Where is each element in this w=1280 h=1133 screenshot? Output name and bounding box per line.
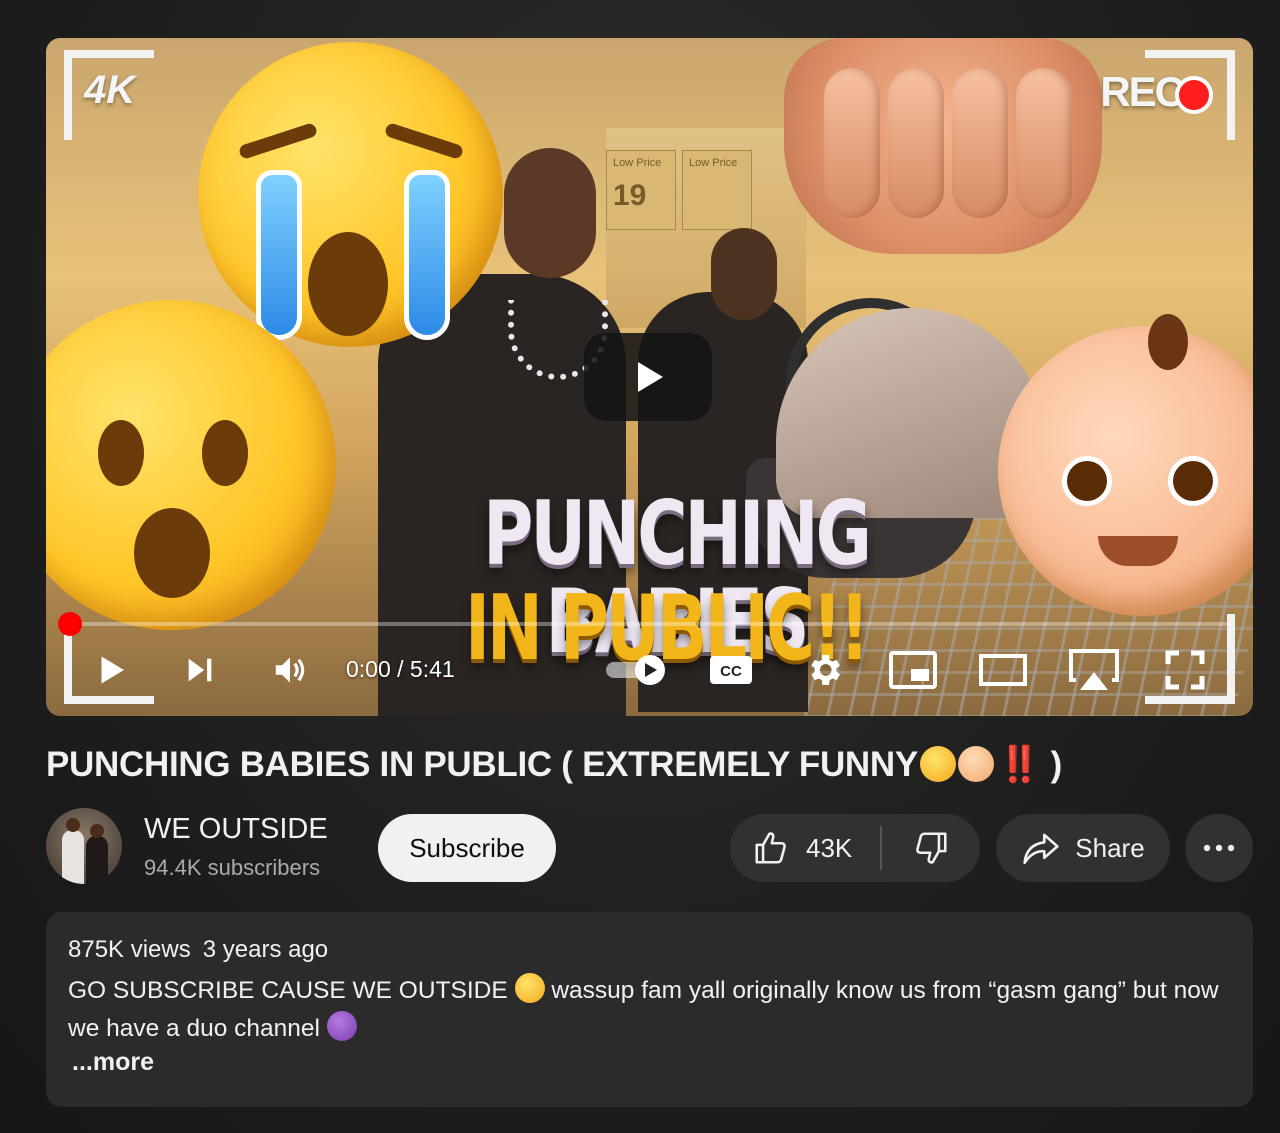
fist-emoji (784, 38, 1102, 254)
astonished-face-emoji (46, 300, 336, 630)
baby-emoji-icon (957, 746, 994, 782)
video-title-close: ) (1041, 745, 1063, 784)
settings-icon (811, 655, 840, 685)
smiling-devil-emoji-icon (326, 1011, 357, 1041)
volume-icon (275, 657, 305, 683)
subscriber-count: 94.4K subscribers (144, 855, 321, 880)
miniplayer-button[interactable] (888, 650, 938, 690)
next-button[interactable] (180, 650, 220, 690)
description-meta: 875K views 3 years ago (68, 936, 328, 964)
airplay-icon (1069, 649, 1119, 690)
miniplayer-icon (889, 651, 937, 689)
video-title: PUNCHING BABIES IN PUBLIC ( EXTREMELY FU… (46, 744, 1246, 785)
like-count: 43K (806, 832, 853, 863)
channel-avatar[interactable] (46, 808, 122, 884)
captions-button[interactable]: CC (708, 650, 754, 690)
share-label: Share (1075, 832, 1145, 863)
upload-age: 3 years ago (202, 936, 329, 963)
double-exclamation-icon: ‼️ (997, 745, 1042, 784)
view-count: 875K views (68, 936, 191, 963)
time-display: 0:00 / 5:41 (346, 656, 455, 682)
thumbs-down-icon (916, 832, 947, 864)
zany-face-emoji-icon (514, 973, 545, 1003)
subscribe-button[interactable]: Subscribe (378, 814, 556, 882)
progress-bar[interactable] (58, 612, 1231, 636)
description-box[interactable]: 875K views 3 years ago GO SUBSCRIBE CAUSE… (46, 912, 1253, 1107)
video-title-text: PUNCHING BABIES IN PUBLIC ( EXTREMELY FU… (46, 745, 918, 784)
airplay-button[interactable] (1068, 649, 1120, 690)
video-player[interactable]: Low Price 19 Low Price PUNCHING BABIES I… (46, 38, 1253, 716)
large-play-button[interactable] (584, 333, 712, 421)
like-button[interactable]: 43K (730, 814, 880, 882)
more-actions-button[interactable] (1185, 814, 1253, 882)
volume-button[interactable] (268, 650, 312, 690)
badge-4k: 4K (84, 68, 136, 112)
play-icon (101, 656, 124, 684)
play-icon (638, 362, 663, 392)
play-button[interactable] (90, 650, 134, 690)
progress-scrubber[interactable] (58, 612, 82, 636)
captions-icon: CC (710, 656, 752, 684)
share-icon (1023, 833, 1059, 865)
description-text: GO SUBSCRIBE CAUSE WE OUTSIDE wassup fam… (68, 972, 1228, 1048)
person-head (504, 148, 596, 278)
autoplay-toggle[interactable] (604, 650, 670, 690)
next-icon (188, 658, 212, 682)
badge-rec: REC (1100, 68, 1185, 115)
share-button[interactable]: Share (996, 814, 1170, 882)
player-controls: 0:00 / 5:41 CC (46, 636, 1253, 716)
thumbs-up-icon (755, 832, 786, 864)
like-dislike-group: 43K (730, 814, 980, 882)
rofl-emoji-icon (919, 746, 956, 782)
autoplay-toggle-icon (606, 655, 665, 685)
theater-mode-button[interactable] (978, 650, 1028, 690)
watch-page: Low Price 19 Low Price PUNCHING BABIES I… (0, 0, 1280, 1133)
channel-name[interactable]: WE OUTSIDE (144, 813, 328, 846)
show-more-link[interactable]: ...more (72, 1048, 154, 1077)
svg-text:CC: CC (720, 663, 742, 680)
record-dot-icon (1175, 76, 1213, 114)
price-tag: Low Price 19 (606, 150, 676, 230)
fullscreen-icon (1165, 650, 1205, 690)
fullscreen-button[interactable] (1162, 650, 1208, 690)
theater-icon (979, 654, 1027, 686)
crying-face-emoji (198, 42, 503, 347)
more-horizontal-icon (1203, 844, 1235, 852)
price-tag: Low Price (682, 150, 752, 230)
dislike-button[interactable] (882, 814, 980, 882)
settings-button[interactable] (802, 650, 846, 690)
